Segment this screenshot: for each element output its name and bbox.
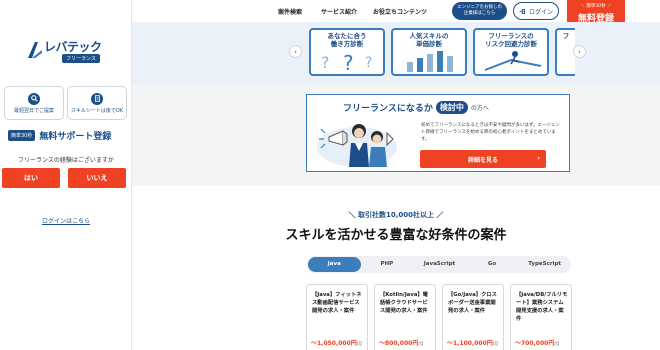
card-title-line2: 働き方診断 xyxy=(330,40,364,48)
chevron-right-icon: › xyxy=(578,47,581,56)
job-salary-unit: /月 xyxy=(356,341,363,346)
banner-detail-button[interactable]: 詳細を見る › xyxy=(420,150,546,168)
card-title-line1: フリーランスの xyxy=(488,32,534,40)
tab-php[interactable]: PHP xyxy=(361,257,414,272)
job-list: 【Java】フィットネス動画配信サービス開発の求人・案件 ～1,050,000円… xyxy=(306,284,576,350)
banner-detail-label: 詳細を見る xyxy=(467,156,498,164)
section-headline: スキルを活かせる豊富な好条件の案件 xyxy=(285,228,507,243)
tab-javascript[interactable]: JavaScript xyxy=(413,257,466,272)
consult-feature-button[interactable]: 最短翌日でご提案 xyxy=(4,86,64,120)
card-title-line2: リスク回避力診断 xyxy=(485,40,537,48)
skill-sheet-feature-button[interactable]: スキルシートは後でOK xyxy=(67,86,127,120)
support-title: 無料サポート登録 xyxy=(39,132,112,142)
banner-title: フリーランスになるか xyxy=(343,104,433,114)
megaphone-people-illustration xyxy=(317,124,397,167)
job-title: 【Java/DB/フルリモート】業務システム開発支援の求人・案件 xyxy=(516,292,568,322)
document-icon xyxy=(91,92,103,105)
banner-highlight: 検討中 xyxy=(435,101,468,114)
logo-mark-icon xyxy=(28,42,42,58)
experience-answer-group: はい いいえ xyxy=(2,168,126,188)
job-salary-unit: /月 xyxy=(554,341,560,346)
job-salary: ～700,000円/月 xyxy=(515,338,560,347)
sidebar-feature-buttons: 最短翌日でご提案 スキルシートは後でOK xyxy=(4,86,127,120)
tab-java[interactable]: Java xyxy=(308,257,361,272)
carousel-card-price[interactable]: 人気スキルの 単価診断 xyxy=(391,28,467,76)
tab-typescript[interactable]: TypeScript xyxy=(518,257,571,272)
chevron-left-icon: ‹ xyxy=(294,47,297,56)
job-salary-unit: /月 xyxy=(492,341,499,346)
carousel-card-risk[interactable]: フリーランスの リスク回避力診断 xyxy=(473,28,549,76)
job-salary-unit: /月 xyxy=(418,341,424,346)
bar-chart-illustration xyxy=(407,51,453,72)
job-salary: ～1,100,000円/月 xyxy=(447,338,498,347)
job-salary-value: ～1,100,000円 xyxy=(447,340,493,347)
support-registration-heading: 簡単30秒 無料サポート登録 xyxy=(8,129,111,142)
question-marks-illustration: ? ? ? xyxy=(321,51,372,72)
jobs-section: ＼ 取引社数10,000社以上 ／ スキルを活かせる豊富な好条件の案件 Java… xyxy=(132,186,660,350)
login-label: ログイン xyxy=(528,8,553,16)
no-button[interactable]: いいえ xyxy=(68,168,126,188)
yes-button[interactable]: はい xyxy=(2,168,60,188)
logo[interactable]: レバテック フリーランス xyxy=(26,38,106,64)
skill-tabs: Java PHP JavaScript Go TypeScript xyxy=(307,256,571,273)
carousel-next-button[interactable]: › xyxy=(573,45,586,58)
enterprise-consult-line2: 企業様はこちら xyxy=(463,11,496,16)
carousel-card-partial[interactable]: フ xyxy=(555,28,575,76)
banner-heading: フリーランスになるか 検討中 の方へ xyxy=(343,101,489,114)
job-card[interactable]: 【Kotlin/Java】電話帳クラウドサービス開発の求人・案件 ～800,00… xyxy=(374,284,436,350)
freelance-consider-banner[interactable]: フリーランスになるか 検討中 の方へ 初めてフリーランスになるときは不安や疑問が… xyxy=(306,94,570,172)
job-title: 【Java】フィットネス動画配信サービス開発の求人・案件 xyxy=(312,292,362,314)
job-card[interactable]: 【Go/Java】クロスボーダー送金事業開発の求人・案件 ～1,100,000円… xyxy=(442,284,504,350)
diagnosis-carousel: ‹ あなたに合う 働き方診断 ? ? ? 人気スキルの 単価診断 フリーランスの リス… xyxy=(132,22,660,84)
login-button[interactable]: ログイン xyxy=(513,2,559,20)
job-salary-value: ～700,000円 xyxy=(515,340,555,347)
card-title-line1: 人気スキルの xyxy=(409,32,449,40)
job-card[interactable]: 【Java】フィットネス動画配信サービス開発の求人・案件 ～1,050,000円… xyxy=(306,284,368,350)
carousel-card-workstyle[interactable]: あなたに合う 働き方診断 ? ? ? xyxy=(309,28,385,76)
enterprise-consult-button[interactable]: エンジニアをお探しの 企業様はこちら xyxy=(452,2,507,20)
job-salary: ～800,000円/月 xyxy=(379,338,424,347)
job-salary: ～1,050,000円/月 xyxy=(311,338,362,347)
login-icon xyxy=(519,8,526,14)
carousel-prev-button[interactable]: ‹ xyxy=(289,45,302,58)
chevron-right-icon: › xyxy=(537,154,540,162)
job-title: 【Go/Java】クロスボーダー送金事業開発の求人・案件 xyxy=(448,292,497,314)
svg-text:?: ? xyxy=(343,51,354,72)
section-tagline: ＼ 取引社数10,000社以上 ／ xyxy=(348,211,444,219)
tab-go[interactable]: Go xyxy=(466,257,519,272)
support-badge: 簡単30秒 xyxy=(8,130,36,141)
svg-text:?: ? xyxy=(365,55,372,71)
experience-question: フリーランスの経験はございますか xyxy=(18,157,114,164)
banner-suffix: の方へ xyxy=(470,105,489,112)
job-salary-value: ～1,050,000円 xyxy=(311,340,357,347)
logo-subtext: フリーランス xyxy=(62,54,100,63)
job-title: 【Kotlin/Java】電話帳クラウドサービス開発の求人・案件 xyxy=(380,292,428,314)
sidebar-login-link[interactable]: ログインはこちら xyxy=(0,216,132,225)
nav-item-service[interactable]: サービス紹介 xyxy=(321,7,357,16)
banner-description: 初めてフリーランスになるときは不安や疑問が多いはず。エージェント目線でフリーラン… xyxy=(421,123,560,142)
nav-item-project-search[interactable]: 案件検索 xyxy=(278,7,302,16)
falling-person-illustration xyxy=(484,51,542,71)
job-salary-value: ～800,000円 xyxy=(379,340,419,347)
card-title-line1: あなたに合う xyxy=(327,32,367,40)
skill-sheet-feature-label: スキルシートは後でOK xyxy=(70,107,124,114)
top-navigation: 案件検索 サービス紹介 お役立ちコンテンツ エンジニアをお探しの 企業様はこちら… xyxy=(132,0,660,30)
nav-item-contents[interactable]: お役立ちコンテンツ xyxy=(373,7,427,16)
sidebar: レバテック フリーランス 最短翌日でご提案 スキルシートは後でOK 簡単30秒 … xyxy=(0,0,132,350)
logo-text: レバテック xyxy=(44,40,102,54)
card-title-line2: 単価診断 xyxy=(416,40,442,48)
svg-text:?: ? xyxy=(321,53,330,72)
register-subtext: ＼ 簡単30秒 ／ xyxy=(580,4,612,9)
search-icon xyxy=(28,92,40,105)
consult-feature-label: 最短翌日でご提案 xyxy=(13,107,54,114)
job-card[interactable]: 【Java/DB/フルリモート】業務システム開発支援の求人・案件 ～700,00… xyxy=(510,284,572,350)
card-title-line1: フ xyxy=(562,32,570,40)
